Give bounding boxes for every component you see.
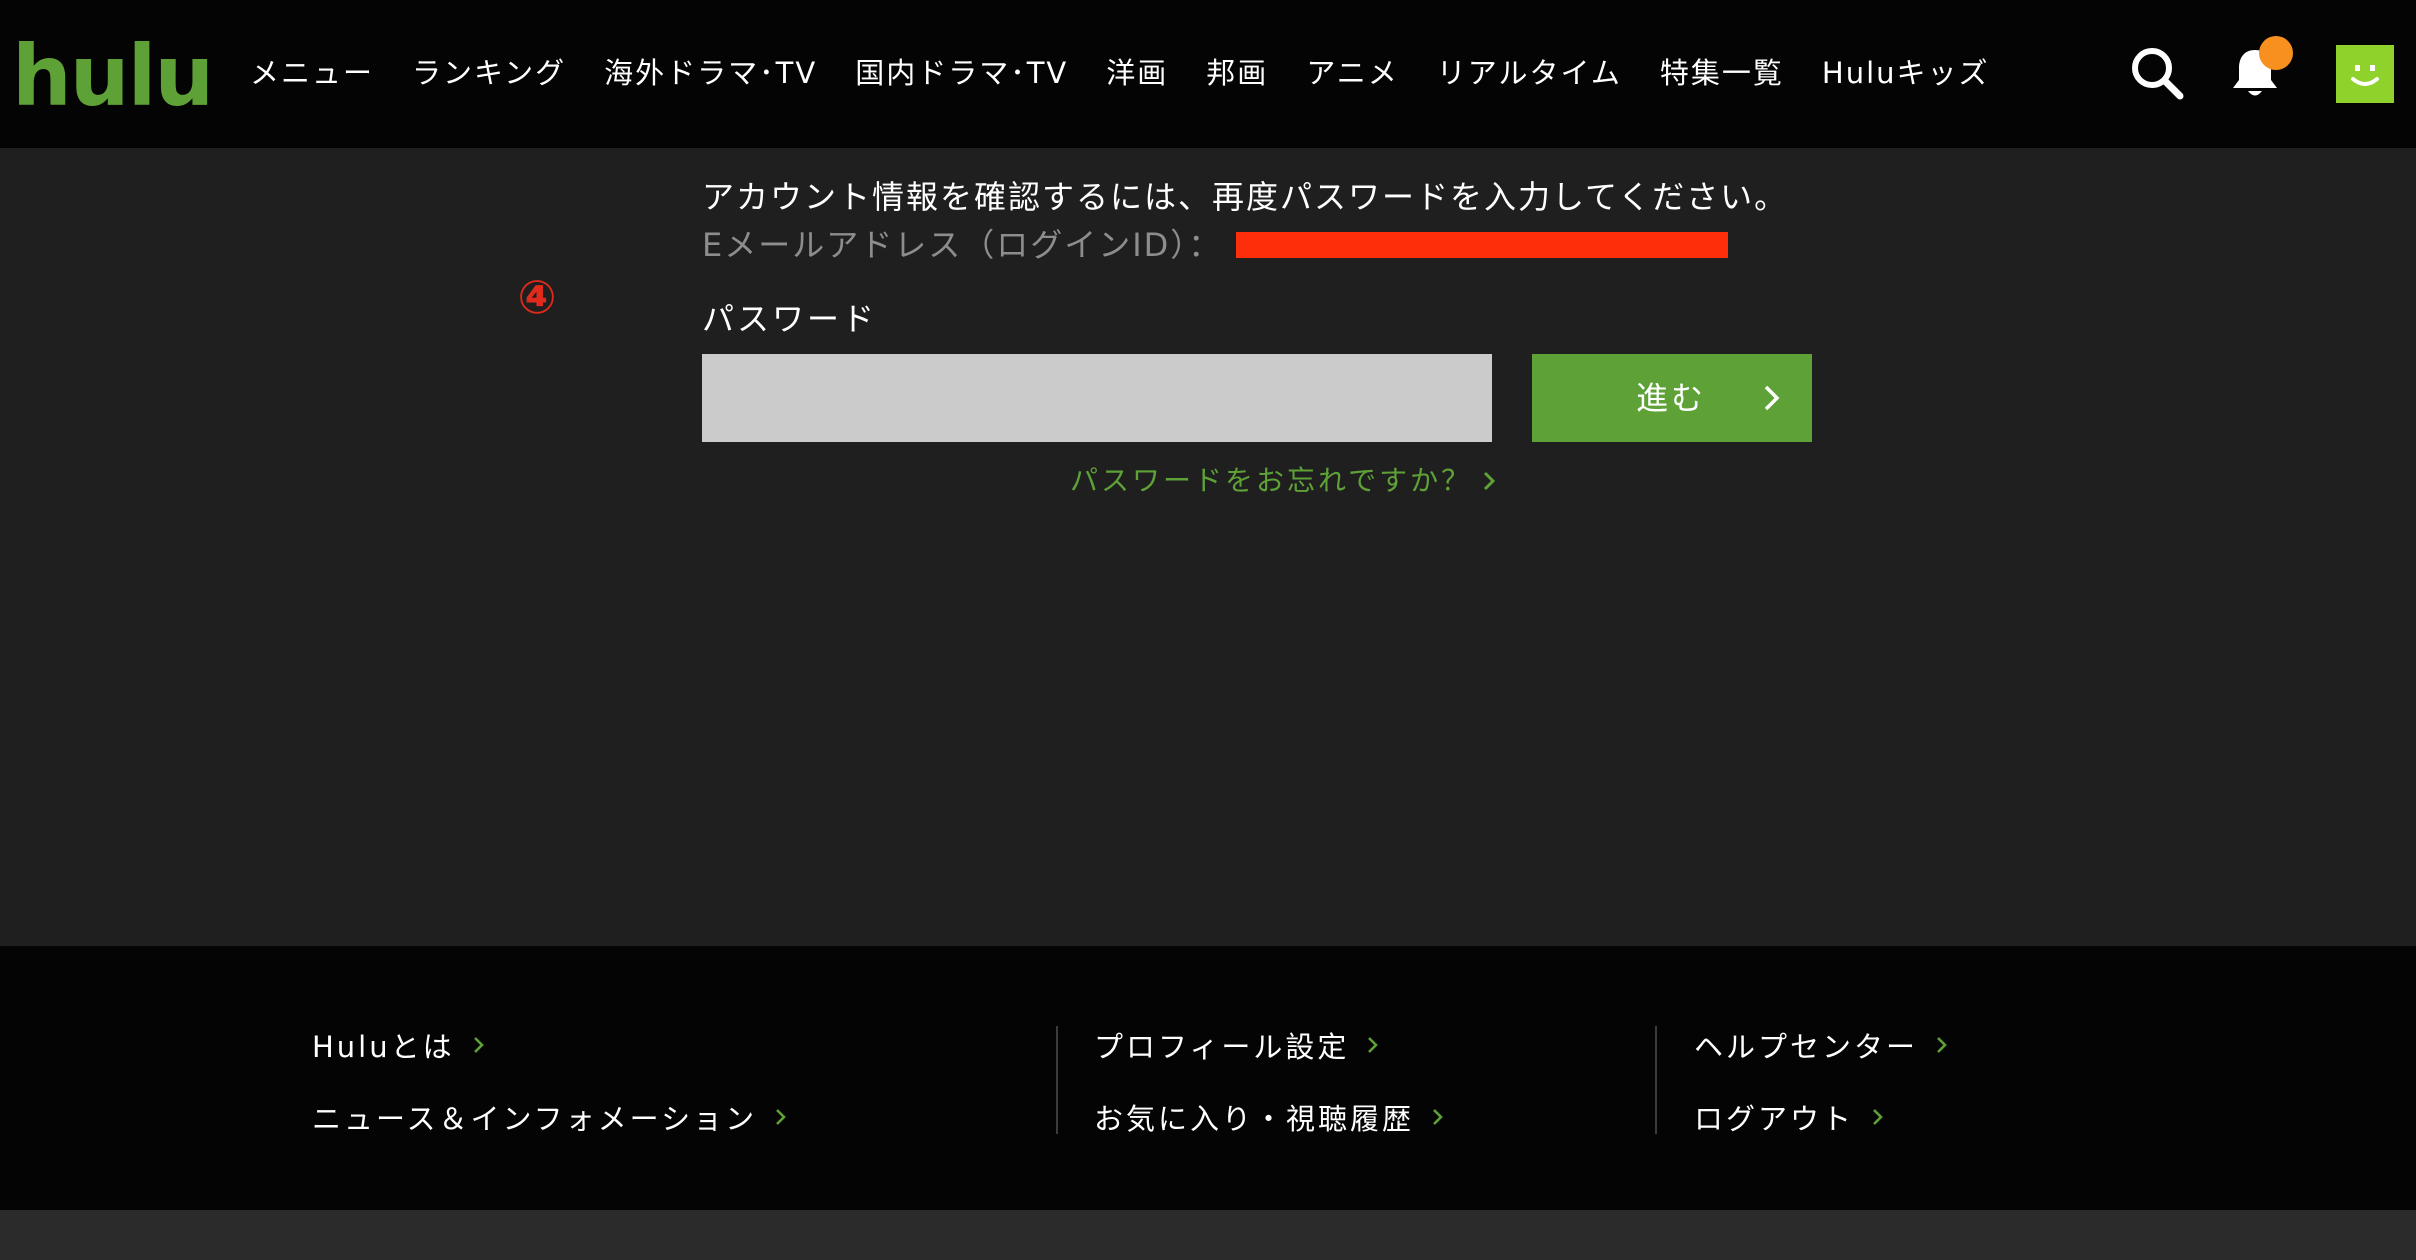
avatar-icon[interactable] xyxy=(2336,45,2394,103)
footer-link-label: ニュース＆インフォメーション xyxy=(312,1102,758,1136)
nav-item-western-movies[interactable]: 洋画 xyxy=(1106,48,1168,98)
footer-link-help-center[interactable]: ヘルプセンター xyxy=(1694,1022,1952,1068)
email-label: Eメールアドレス（ログインID）： xyxy=(702,226,1223,264)
footer-link-about-hulu[interactable]: Huluとは xyxy=(312,1022,791,1068)
notification-badge xyxy=(2259,36,2293,70)
password-label: パスワード xyxy=(702,300,878,338)
password-input[interactable] xyxy=(702,354,1492,442)
nav-item-menu[interactable]: メニュー xyxy=(250,48,374,98)
search-icon[interactable] xyxy=(2128,44,2186,102)
footer-link-label: お気に入り・視聴履歴 xyxy=(1094,1102,1415,1136)
main-nav: メニュー ランキング 海外ドラマ･TV 国内ドラマ･TV 洋画 邦画 アニメ リ… xyxy=(250,48,2028,98)
chevron-right-icon xyxy=(473,1037,484,1053)
chevron-right-icon xyxy=(1764,385,1780,411)
main-content: ④ アカウント情報を確認するには、再度パスワードを入力してください。 Eメールア… xyxy=(0,148,2416,946)
page: hulu メニュー ランキング 海外ドラマ･TV 国内ドラマ･TV 洋画 邦画 … xyxy=(0,0,2416,1260)
footer-link-favorites-history[interactable]: お気に入り・視聴履歴 xyxy=(1094,1094,1448,1140)
nav-item-japanese-movies[interactable]: 邦画 xyxy=(1206,48,1268,98)
site-footer: Huluとは ニュース＆インフォメーション プロフィール設定 お気に入り・視聴履… xyxy=(0,946,2416,1210)
footer-link-label: ログアウト xyxy=(1694,1102,1855,1136)
next-button-label: 進む xyxy=(1636,379,1707,417)
footer-link-label: Huluとは xyxy=(312,1030,455,1064)
smiley-face-icon xyxy=(2351,65,2379,86)
chevron-right-icon xyxy=(1484,471,1496,491)
chevron-right-icon xyxy=(1873,1109,1883,1125)
hulu-logo[interactable]: hulu xyxy=(12,26,214,126)
bottom-bar xyxy=(0,1210,2416,1260)
forgot-password-label: パスワードをお忘れですか？ xyxy=(1070,464,1473,497)
nav-item-domestic-drama[interactable]: 国内ドラマ･TV xyxy=(855,48,1068,98)
footer-link-label: ヘルプセンター xyxy=(1694,1030,1919,1064)
footer-link-profile-settings[interactable]: プロフィール設定 xyxy=(1094,1022,1448,1068)
nav-item-anime[interactable]: アニメ xyxy=(1306,48,1398,98)
password-prompt-text: アカウント情報を確認するには、再度パスワードを入力してください。 xyxy=(702,178,1789,216)
footer-divider xyxy=(1655,1026,1657,1134)
step-marker: ④ xyxy=(517,270,557,324)
chevron-right-icon xyxy=(1433,1109,1443,1125)
footer-column-profile: プロフィール設定 お気に入り・視聴履歴 xyxy=(1094,1022,1448,1166)
chevron-right-icon xyxy=(1368,1037,1379,1053)
nav-item-hulu-kids[interactable]: Huluキッズ xyxy=(1822,48,1990,98)
chevron-right-icon xyxy=(1937,1037,1947,1053)
email-redaction xyxy=(1236,232,1728,258)
footer-column-about: Huluとは ニュース＆インフォメーション xyxy=(312,1022,791,1166)
next-button[interactable]: 進む xyxy=(1532,354,1812,442)
site-header: hulu メニュー ランキング 海外ドラマ･TV 国内ドラマ･TV 洋画 邦画 … xyxy=(0,0,2416,148)
nav-item-realtime[interactable]: リアルタイム xyxy=(1437,48,1622,98)
footer-column-help: ヘルプセンター ログアウト xyxy=(1694,1022,1952,1166)
nav-item-features[interactable]: 特集一覧 xyxy=(1660,48,1784,98)
footer-link-label: プロフィール設定 xyxy=(1094,1030,1350,1064)
footer-link-logout[interactable]: ログアウト xyxy=(1694,1094,1952,1140)
footer-divider xyxy=(1056,1026,1058,1134)
forgot-password-link[interactable]: パスワードをお忘れですか？ xyxy=(1070,458,1500,504)
nav-item-ranking[interactable]: ランキング xyxy=(412,48,566,98)
chevron-right-icon xyxy=(776,1109,786,1125)
footer-link-news[interactable]: ニュース＆インフォメーション xyxy=(312,1094,791,1140)
nav-item-overseas-drama[interactable]: 海外ドラマ･TV xyxy=(604,48,817,98)
